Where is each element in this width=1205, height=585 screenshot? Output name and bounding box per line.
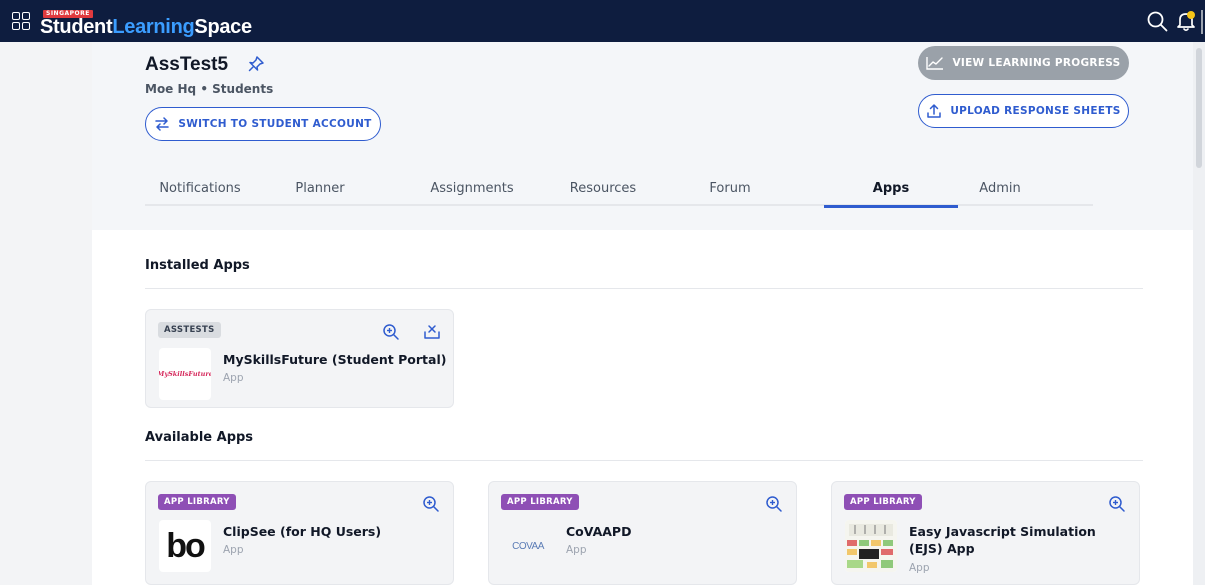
pin-icon[interactable] [247,55,265,73]
available-apps-heading: Available Apps [145,430,254,445]
switch-account-button[interactable]: SWITCH TO STUDENT ACCOUNT [145,107,381,141]
app-name: ClipSee (for HQ Users) [223,524,382,539]
upload-response-sheets-label: UPLOAD RESPONSE SHEETS [950,105,1121,117]
search-icon[interactable] [1146,10,1168,32]
clipsee-logo: bo [159,520,211,572]
course-tabs: Notifications Planner Assignments Resour… [145,170,1093,208]
available-app-card[interactable]: APP LIBRARY COVAA CoVAAPD App [488,481,797,585]
upload-icon [927,104,942,118]
app-tag: ASSTESTS [158,322,221,338]
app-name: Easy Javascript Simulation (EJS) App [909,524,1096,556]
zoom-in-icon[interactable] [422,495,440,513]
course-subtitle: Moe Hq • Students [145,82,274,96]
app-type: App [223,372,244,384]
tab-planner[interactable]: Planner [280,170,360,206]
installed-divider [145,288,1143,289]
topbar-edge [1201,10,1203,34]
tab-admin[interactable]: Admin [955,170,1045,206]
upload-response-sheets-button[interactable]: UPLOAD RESPONSE SHEETS [918,94,1129,128]
brand-name: StudentLearningSpace [40,16,252,38]
bell-icon[interactable] [1176,10,1196,32]
zoom-in-icon[interactable] [1108,495,1126,513]
tab-resources[interactable]: Resources [553,170,653,206]
swap-icon [155,117,170,131]
scrollbar[interactable] [1193,42,1205,585]
zoom-in-icon[interactable] [765,495,783,513]
top-navigation-bar: SINGAPORE StudentLearningSpace [0,0,1205,42]
app-tag: APP LIBRARY [158,494,236,510]
tab-assignments[interactable]: Assignments [417,170,527,206]
app-name: CoVAAPD [566,524,632,539]
course-title: AssTest5 [145,54,229,75]
uninstall-icon[interactable] [423,323,441,341]
app-name: MySkillsFuture (Student Portal) [223,352,447,367]
left-gutter [0,42,92,585]
switch-account-label: SWITCH TO STUDENT ACCOUNT [178,118,372,130]
apps-grid-icon[interactable] [12,12,30,30]
ejs-thumbnail-icon [845,520,897,572]
installed-app-card[interactable]: ASSTESTS MySkillsFuture MySkillsFuture (… [145,309,454,408]
view-learning-progress-button[interactable]: VIEW LEARNING PROGRESS [918,46,1129,80]
installed-apps-heading: Installed Apps [145,258,250,273]
view-learning-progress-label: VIEW LEARNING PROGRESS [952,57,1121,69]
tab-notifications[interactable]: Notifications [145,170,255,206]
tab-apps[interactable]: Apps [824,170,958,208]
ejs-logo [845,520,897,572]
covaapd-logo: COVAA [502,520,554,572]
app-tag: APP LIBRARY [501,494,579,510]
available-app-card[interactable]: APP LIBRARY Easy Javascript Simulation (… [831,481,1140,585]
app-type: App [223,544,244,556]
available-app-card[interactable]: APP LIBRARY bo ClipSee (for HQ Users) Ap… [145,481,454,585]
scrollbar-thumb[interactable] [1196,48,1202,168]
tab-forum[interactable]: Forum [690,170,770,206]
trend-chart-icon [926,57,944,70]
myskillsfuture-logo: MySkillsFuture [159,348,211,400]
app-type: App [566,544,587,556]
app-tag: APP LIBRARY [844,494,922,510]
app-type: App [909,562,930,574]
zoom-in-icon[interactable] [382,323,400,341]
available-divider [145,460,1143,461]
